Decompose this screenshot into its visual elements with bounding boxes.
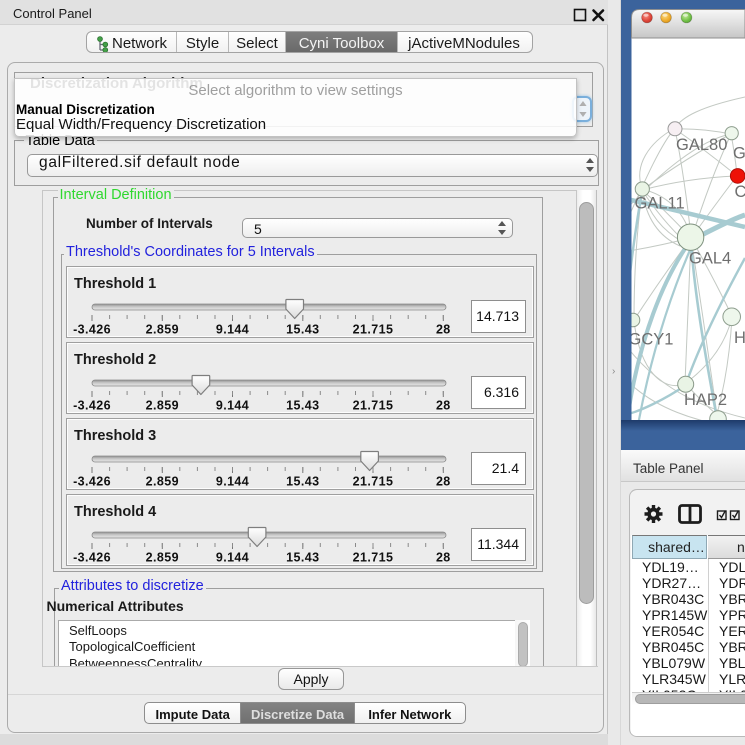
svg-text:HAP2: HAP2 <box>684 391 727 409</box>
svg-text:21.715: 21.715 <box>353 399 394 413</box>
svg-text:GA: GA <box>733 145 745 163</box>
svg-text:-3.426: -3.426 <box>73 399 111 413</box>
svg-text:21.715: 21.715 <box>353 551 394 565</box>
svg-text:-3.426: -3.426 <box>73 551 111 565</box>
svg-text:28: 28 <box>436 323 451 337</box>
svg-text:21.715: 21.715 <box>353 323 394 337</box>
svg-text:9.144: 9.144 <box>216 475 249 489</box>
svg-text:9.144: 9.144 <box>216 551 249 565</box>
svg-text:GCY1: GCY1 <box>629 331 674 349</box>
svg-text:H: H <box>734 329 745 347</box>
svg-text:28: 28 <box>436 475 451 489</box>
svg-text:-3.426: -3.426 <box>73 323 111 337</box>
svg-text:15.43: 15.43 <box>286 323 319 337</box>
svg-text:-3.426: -3.426 <box>73 475 111 489</box>
svg-text:C: C <box>735 183 745 201</box>
svg-text:2.859: 2.859 <box>146 551 179 565</box>
svg-text:28: 28 <box>436 551 451 565</box>
svg-text:9.144: 9.144 <box>216 399 249 413</box>
svg-text:15.43: 15.43 <box>286 399 319 413</box>
svg-text:21.715: 21.715 <box>353 475 394 489</box>
svg-text:9.144: 9.144 <box>216 323 249 337</box>
svg-text:GAL11: GAL11 <box>635 195 685 213</box>
svg-text:2.859: 2.859 <box>146 323 179 337</box>
svg-text:GAL4: GAL4 <box>689 250 731 268</box>
svg-text:2.859: 2.859 <box>146 399 179 413</box>
svg-text:15.43: 15.43 <box>286 551 319 565</box>
svg-text:28: 28 <box>436 399 451 413</box>
svg-text:15.43: 15.43 <box>286 475 319 489</box>
svg-text:GAL80: GAL80 <box>676 136 727 154</box>
svg-text:2.859: 2.859 <box>146 475 179 489</box>
